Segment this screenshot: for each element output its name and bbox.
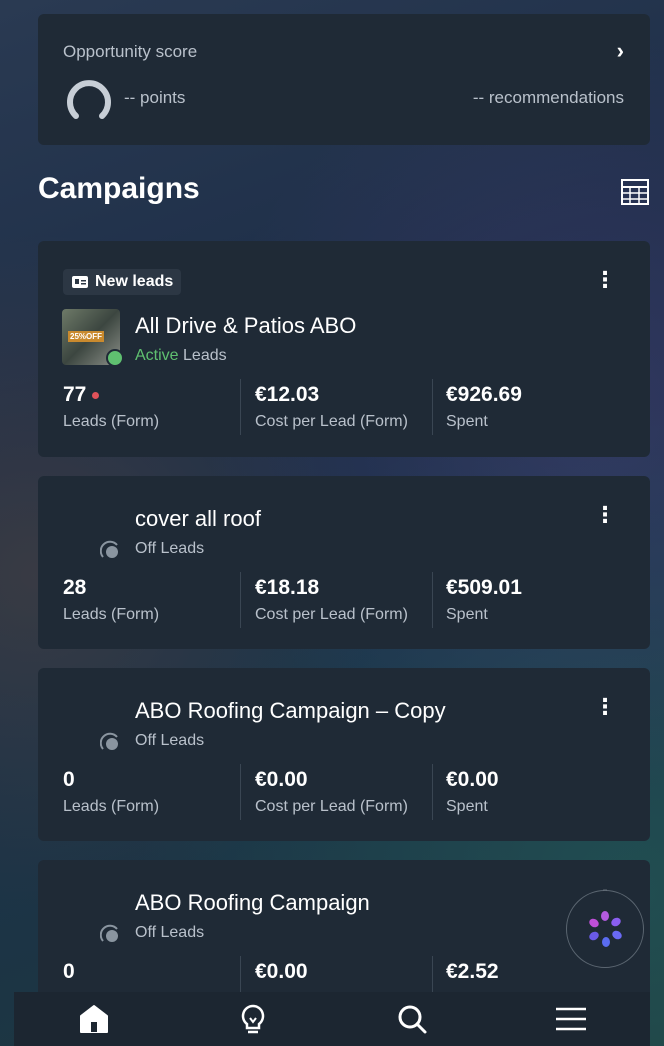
leads-value: 0 [63,960,75,983]
campaign-status: Off Leads [135,732,204,750]
nav-home[interactable] [69,994,119,1044]
cpl-metric: €18.18 Cost per Lead (Form) [255,576,408,624]
off-status-icon [100,924,118,942]
score-ring-icon [67,80,111,119]
metric-divider [432,572,433,628]
status-state: Off [135,732,157,749]
status-type: Leads [160,924,205,941]
status-type: Leads [183,347,227,364]
nav-insights[interactable] [228,994,278,1044]
metric-divider [240,764,241,820]
ai-assistant-icon [589,911,622,947]
leads-label: Leads (Form) [63,606,160,623]
campaign-name: ABO Roofing Campaign – Copy [135,698,446,723]
opportunity-score-label: Opportunity score [63,42,198,61]
more-options-icon[interactable]: ⋮ [594,502,616,528]
leads-value: 77 [63,383,87,406]
spent-value: €0.00 [446,768,499,791]
campaign-name: All Drive & Patios ABO [135,313,357,338]
points-value: -- points [124,88,186,107]
campaign-card[interactable]: ⋮ ABO Roofing Campaign – Copy Off Leads … [38,668,650,841]
new-leads-dot [92,391,100,399]
spent-metric: €926.69 Spent [446,383,522,431]
campaigns-title: Campaigns [38,172,200,205]
cpl-metric: €0.00 Cost per Lead (Form) [255,768,408,816]
leads-value: 28 [63,576,87,599]
recommendations-value: -- recommendations [472,88,624,107]
nav-menu[interactable] [546,994,596,1044]
lead-card-icon [72,276,88,288]
metric-divider [432,379,433,435]
assistant-fab-button[interactable] [566,890,644,968]
spent-metric: €0.00 Spent [446,768,499,816]
spent-value: €2.52 [446,960,499,983]
status-type: Leads [160,540,205,557]
badge-label: New leads [95,273,174,290]
metric-divider [432,764,433,820]
leads-label: Leads (Form) [63,798,160,815]
spent-metric: €2.52 [446,960,499,984]
cpl-value: €18.18 [255,576,320,599]
opportunity-score-card[interactable]: Opportunity score › -- points -- recomme… [38,14,650,145]
active-status-dot [106,349,124,367]
status-state: Off [135,924,157,941]
campaign-card[interactable]: ⋮ cover all roof Off Leads 28 Leads (For… [38,476,650,649]
spent-label: Spent [446,413,488,430]
leads-value: 0 [63,768,75,791]
more-options-icon[interactable]: ⋮ [594,267,616,293]
nav-search[interactable] [387,994,437,1044]
status-state: Active [135,347,179,364]
campaign-card[interactable]: New leads ⋮ 25%OFF All Drive & Patios AB… [38,241,650,457]
new-leads-badge: New leads [63,269,182,295]
campaign-name: ABO Roofing Campaign [135,890,370,915]
spent-label: Spent [446,798,488,815]
leads-metric: 77 Leads (Form) [63,383,159,431]
campaign-status: Off Leads [135,540,204,558]
home-icon [79,1005,108,1033]
status-state: Off [135,540,157,557]
campaign-status: Off Leads [135,924,204,942]
status-type: Leads [160,732,205,749]
cpl-label: Cost per Lead (Form) [255,606,408,623]
cpl-metric: €0.00 [255,960,308,984]
leads-metric: 0 Leads (Form) [63,768,159,816]
cpl-value: €0.00 [255,768,308,791]
menu-icon [555,1007,586,1031]
bottom-nav [14,992,650,1046]
leads-metric: 0 [63,960,75,984]
off-status-icon [100,732,118,750]
table-view-icon[interactable] [620,178,650,206]
off-status-icon [100,540,118,558]
campaign-status: Active Leads [135,347,227,365]
metric-divider [240,572,241,628]
cpl-value: €12.03 [255,383,320,406]
cpl-value: €0.00 [255,960,308,983]
more-options-icon[interactable]: ⋮ [594,694,616,720]
thumbnail-tag: 25%OFF [68,331,105,342]
cpl-metric: €12.03 Cost per Lead (Form) [255,383,408,431]
search-icon [398,1005,426,1034]
spent-value: €509.01 [446,576,522,599]
chevron-right-icon[interactable]: › [617,38,624,64]
spent-label: Spent [446,606,488,623]
lightbulb-icon [241,1004,264,1034]
spent-metric: €509.01 Spent [446,576,522,624]
cpl-label: Cost per Lead (Form) [255,798,408,815]
campaign-name: cover all roof [135,506,261,531]
leads-label: Leads (Form) [63,413,160,430]
spent-value: €926.69 [446,383,522,406]
leads-metric: 28 Leads (Form) [63,576,159,624]
metric-divider [240,379,241,435]
cpl-label: Cost per Lead (Form) [255,413,408,430]
